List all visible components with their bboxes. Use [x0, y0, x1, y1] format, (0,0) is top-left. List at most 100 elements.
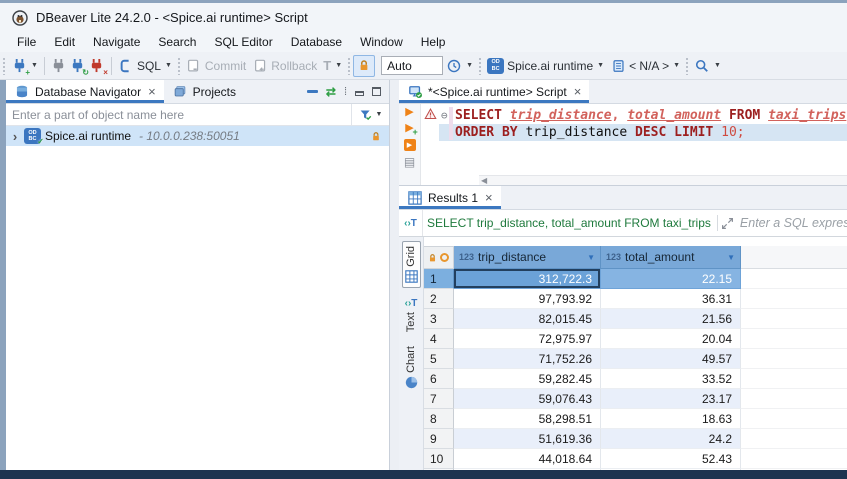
code-line[interactable]: ORDER BY trip_distance DESC LIMIT 10;	[439, 124, 847, 141]
cell-trip-distance[interactable]: 51,619.36	[454, 429, 601, 449]
cell-trip-distance[interactable]: 58,298.51	[454, 409, 601, 429]
reconnect-icon[interactable]: ↻	[70, 58, 86, 74]
cell-trip-distance[interactable]: 82,015.45	[454, 309, 601, 329]
minimize-icon[interactable]	[355, 91, 364, 96]
chevron-down-icon[interactable]: ▼	[165, 62, 172, 69]
connect-icon[interactable]	[51, 58, 67, 74]
chevron-down-icon[interactable]: ▼	[31, 62, 38, 69]
table-row[interactable]: 571,752.2649.57	[424, 349, 847, 369]
connection-selector[interactable]: ODBC Spice.ai runtime ▼	[484, 58, 607, 74]
code-line[interactable]: ⊖SELECT trip_distance, total_amount FROM…	[439, 107, 847, 124]
cell-total-amount[interactable]: 52.43	[601, 449, 741, 469]
sql-editor-button[interactable]: SQL ▼	[115, 58, 175, 74]
close-icon[interactable]: ×	[574, 85, 582, 98]
code-area[interactable]: ⊖SELECT trip_distance, total_amount FROM…	[439, 107, 847, 141]
tab-text[interactable]: ‹›T Text	[403, 294, 420, 336]
cell-trip-distance[interactable]: 59,282.45	[454, 369, 601, 389]
disconnect-icon[interactable]: ×	[89, 58, 105, 74]
explain-plan-button[interactable]: ▤	[404, 156, 415, 168]
cell-trip-distance[interactable]: 312,722.3	[454, 269, 601, 289]
chevron-down-icon[interactable]: ▼	[673, 62, 680, 69]
panel-sash[interactable]	[390, 80, 399, 470]
rollback-button[interactable]: Rollback	[249, 58, 320, 74]
table-row[interactable]: 382,015.4521.56	[424, 309, 847, 329]
link-with-editor-icon[interactable]: ⇄	[326, 85, 336, 99]
cell-total-amount[interactable]: 22.15	[601, 269, 741, 289]
row-number[interactable]: 4	[424, 329, 454, 349]
row-number[interactable]: 3	[424, 309, 454, 329]
chevron-down-icon[interactable]: ▼	[335, 62, 342, 69]
sort-arrow-icon[interactable]: ▼	[727, 253, 735, 262]
sort-arrow-icon[interactable]: ▼	[587, 253, 595, 262]
close-icon[interactable]: ×	[485, 191, 493, 204]
execute-new-tab-button[interactable]: ▶+	[405, 123, 413, 134]
filter-settings-button[interactable]: ▼	[351, 104, 389, 125]
execute-statement-button[interactable]: ▶	[405, 107, 413, 118]
transaction-log-button[interactable]: T ▼	[320, 58, 345, 73]
table-row[interactable]: 759,076.4323.17	[424, 389, 847, 409]
database-selector[interactable]: < N/A > ▼	[607, 58, 683, 74]
menu-database[interactable]: Database	[282, 33, 351, 51]
cell-total-amount[interactable]: 18.63	[601, 409, 741, 429]
menu-sql-editor[interactable]: SQL Editor	[205, 33, 281, 51]
chevron-down-icon[interactable]: ▼	[597, 62, 604, 69]
table-row[interactable]: 951,619.3624.2	[424, 429, 847, 449]
row-number[interactable]: 5	[424, 349, 454, 369]
cell-total-amount[interactable]: 23.17	[601, 389, 741, 409]
table-row[interactable]: 1312,722.322.15	[424, 269, 847, 289]
tab-grid[interactable]: Grid	[402, 241, 421, 288]
menu-file[interactable]: File	[8, 33, 45, 51]
cell-total-amount[interactable]: 33.52	[601, 369, 741, 389]
execute-script-button[interactable]: ▶	[404, 139, 416, 151]
chevron-down-icon[interactable]: ▼	[376, 111, 383, 118]
view-menu-icon[interactable]: ⁞	[344, 86, 347, 98]
row-number[interactable]: 6	[424, 369, 454, 389]
expand-panel-icon[interactable]	[720, 215, 736, 231]
cell-total-amount[interactable]: 36.31	[601, 289, 741, 309]
cell-total-amount[interactable]: 20.04	[601, 329, 741, 349]
chevron-right-icon[interactable]: ›	[10, 129, 20, 144]
close-icon[interactable]: ×	[148, 85, 156, 98]
results-filter-bar[interactable]: ‹›T SELECT trip_distance, total_amount F…	[399, 210, 847, 237]
row-number[interactable]: 8	[424, 409, 454, 429]
menu-window[interactable]: Window	[351, 33, 412, 51]
row-number[interactable]: 10	[424, 449, 454, 469]
tab-projects[interactable]: Projects	[164, 80, 244, 103]
autocommit-input[interactable]: Auto	[381, 56, 443, 75]
menu-help[interactable]: Help	[412, 33, 455, 51]
tab-chart[interactable]: Chart	[403, 342, 420, 393]
cell-trip-distance[interactable]: 44,018.64	[454, 449, 601, 469]
tab-database-navigator[interactable]: Database Navigator ×	[6, 80, 164, 103]
chevron-down-icon[interactable]: ▼	[714, 62, 721, 69]
table-row[interactable]: 659,282.4533.52	[424, 369, 847, 389]
grid-corner-cell[interactable]	[424, 246, 454, 269]
cell-trip-distance[interactable]: 59,076.43	[454, 389, 601, 409]
menu-edit[interactable]: Edit	[45, 33, 84, 51]
cell-trip-distance[interactable]: 71,752.26	[454, 349, 601, 369]
cell-total-amount[interactable]: 24.2	[601, 429, 741, 449]
menu-search[interactable]: Search	[149, 33, 205, 51]
table-row[interactable]: 858,298.5118.63	[424, 409, 847, 429]
sql-expression-placeholder[interactable]: Enter a SQL expression to	[736, 216, 847, 230]
row-number[interactable]: 7	[424, 389, 454, 409]
search-button[interactable]: ▼	[691, 58, 724, 74]
chevron-down-icon[interactable]: ▼	[466, 62, 473, 69]
tab-results-1[interactable]: Results 1 ×	[399, 186, 501, 209]
scroll-left-arrow-icon[interactable]: ◀	[479, 176, 487, 185]
row-number[interactable]: 1	[424, 269, 454, 289]
tab-script[interactable]: *<Spice.ai runtime> Script ×	[399, 80, 589, 103]
object-filter-input[interactable]	[6, 104, 351, 125]
table-row[interactable]: 297,793.9236.31	[424, 289, 847, 309]
connection-tree-item[interactable]: › ODBC✓ Spice.ai runtime - 10.0.0.238:50…	[6, 126, 389, 146]
cell-trip-distance[interactable]: 97,793.92	[454, 289, 601, 309]
row-number[interactable]: 2	[424, 289, 454, 309]
history-clock-icon[interactable]	[446, 58, 462, 74]
cell-total-amount[interactable]: 49.57	[601, 349, 741, 369]
maximize-icon[interactable]	[372, 87, 381, 96]
menu-navigate[interactable]: Navigate	[84, 33, 149, 51]
table-row[interactable]: 472,975.9720.04	[424, 329, 847, 349]
collapse-all-icon[interactable]	[307, 90, 318, 93]
horizontal-scrollbar[interactable]: ◀	[479, 175, 847, 185]
title-bar[interactable]: DBeaver Lite 24.2.0 - <Spice.ai runtime>…	[0, 3, 847, 32]
new-connection-icon[interactable]: +	[11, 58, 27, 74]
